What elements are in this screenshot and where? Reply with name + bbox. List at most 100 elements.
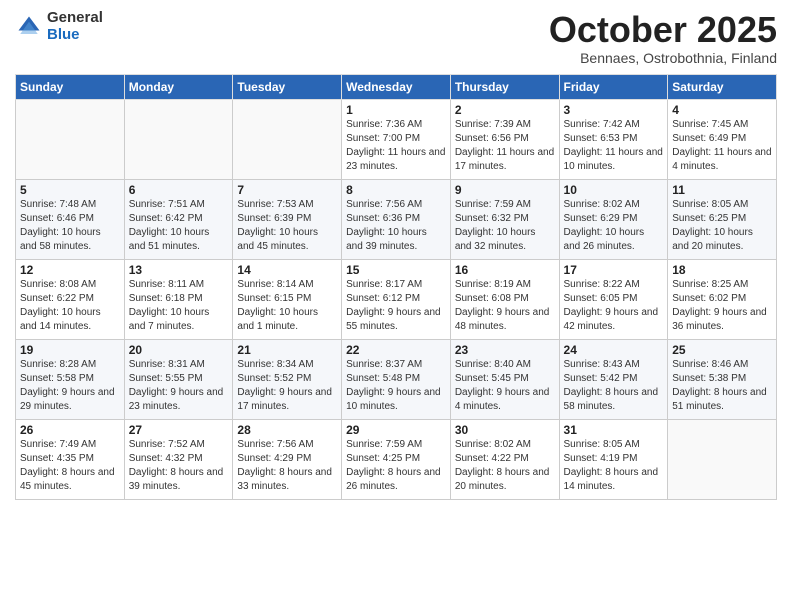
week-row-5: 26 Sunrise: 7:49 AMSunset: 4:35 PMDayligh… [16, 419, 777, 499]
calendar-table: Sunday Monday Tuesday Wednesday Thursday… [15, 74, 777, 500]
calendar-cell: 5 Sunrise: 7:48 AMSunset: 6:46 PMDaylight… [16, 179, 125, 259]
day-info: Sunrise: 8:34 AMSunset: 5:52 PMDaylight:… [237, 359, 332, 412]
th-tuesday: Tuesday [233, 74, 342, 99]
day-info: Sunrise: 8:11 AMSunset: 6:18 PMDaylight:… [129, 279, 210, 332]
day-number: 28 [237, 423, 337, 437]
th-monday: Monday [124, 74, 233, 99]
calendar-cell: 18 Sunrise: 8:25 AMSunset: 6:02 PMDayligh… [668, 259, 777, 339]
day-number: 5 [20, 183, 120, 197]
calendar-cell: 25Sunrise: 8:46 AMSunset: 5:38 PMDayligh… [668, 339, 777, 419]
calendar-cell: 15Sunrise: 8:17 AMSunset: 6:12 PMDayligh… [342, 259, 451, 339]
th-sunday: Sunday [16, 74, 125, 99]
day-info: Sunrise: 7:51 AMSunset: 6:42 PMDaylight:… [129, 199, 210, 252]
calendar-cell: 7 Sunrise: 7:53 AMSunset: 6:39 PMDaylight… [233, 179, 342, 259]
header-row: Sunday Monday Tuesday Wednesday Thursday… [16, 74, 777, 99]
calendar-cell: 3 Sunrise: 7:42 AMSunset: 6:53 PMDaylight… [559, 99, 668, 179]
calendar-cell: 27Sunrise: 7:52 AMSunset: 4:32 PMDayligh… [124, 419, 233, 499]
day-info: Sunrise: 7:36 AMSunset: 7:00 PMDaylight:… [346, 119, 445, 172]
day-info: Sunrise: 7:52 AMSunset: 4:32 PMDaylight:… [129, 439, 224, 492]
th-saturday: Saturday [668, 74, 777, 99]
week-row-2: 5 Sunrise: 7:48 AMSunset: 6:46 PMDaylight… [16, 179, 777, 259]
day-info: Sunrise: 7:53 AMSunset: 6:39 PMDaylight:… [237, 199, 318, 252]
calendar-cell: 30 Sunrise: 8:02 AMSunset: 4:22 PMDayligh… [450, 419, 559, 499]
th-thursday: Thursday [450, 74, 559, 99]
calendar-cell: 14 Sunrise: 8:14 AMSunset: 6:15 PMDayligh… [233, 259, 342, 339]
day-info: Sunrise: 7:56 AMSunset: 4:29 PMDaylight:… [237, 439, 332, 492]
day-number: 14 [237, 263, 337, 277]
calendar-cell: 12Sunrise: 8:08 AMSunset: 6:22 PMDayligh… [16, 259, 125, 339]
day-info: Sunrise: 8:37 AMSunset: 5:48 PMDaylight:… [346, 359, 441, 412]
day-info: Sunrise: 8:14 AMSunset: 6:15 PMDaylight:… [237, 279, 318, 332]
logo-blue: Blue [47, 27, 103, 44]
day-number: 24 [564, 343, 664, 357]
calendar-cell: 2Sunrise: 7:39 AMSunset: 6:56 PMDaylight… [450, 99, 559, 179]
day-number: 30 [455, 423, 555, 437]
header: General Blue October 2025 Bennaes, Ostro… [15, 10, 777, 66]
calendar-cell [124, 99, 233, 179]
calendar-cell: 24 Sunrise: 8:43 AMSunset: 5:42 PMDayligh… [559, 339, 668, 419]
day-number: 7 [237, 183, 337, 197]
calendar-cell: 29 Sunrise: 7:59 AMSunset: 4:25 PMDayligh… [342, 419, 451, 499]
calendar-cell: 23 Sunrise: 8:40 AMSunset: 5:45 PMDayligh… [450, 339, 559, 419]
calendar-cell [668, 419, 777, 499]
week-row-4: 19Sunrise: 8:28 AMSunset: 5:58 PMDayligh… [16, 339, 777, 419]
day-info: Sunrise: 8:05 AMSunset: 6:25 PMDaylight:… [672, 199, 753, 252]
logo-general: General [47, 10, 103, 27]
calendar-cell: 8Sunrise: 7:56 AMSunset: 6:36 PMDaylight… [342, 179, 451, 259]
day-info: Sunrise: 8:02 AMSunset: 6:29 PMDaylight:… [564, 199, 645, 252]
day-number: 16 [455, 263, 555, 277]
calendar-cell: 19Sunrise: 8:28 AMSunset: 5:58 PMDayligh… [16, 339, 125, 419]
day-info: Sunrise: 7:45 AMSunset: 6:49 PMDaylight:… [672, 119, 771, 172]
calendar-cell: 10 Sunrise: 8:02 AMSunset: 6:29 PMDayligh… [559, 179, 668, 259]
day-number: 10 [564, 183, 664, 197]
day-number: 11 [672, 183, 772, 197]
day-number: 8 [346, 183, 446, 197]
calendar-cell: 11 Sunrise: 8:05 AMSunset: 6:25 PMDayligh… [668, 179, 777, 259]
day-info: Sunrise: 8:43 AMSunset: 5:42 PMDaylight:… [564, 359, 659, 412]
day-info: Sunrise: 8:22 AMSunset: 6:05 PMDaylight:… [564, 279, 659, 332]
day-info: Sunrise: 8:40 AMSunset: 5:45 PMDaylight:… [455, 359, 550, 412]
calendar-cell: 28 Sunrise: 7:56 AMSunset: 4:29 PMDayligh… [233, 419, 342, 499]
day-info: Sunrise: 7:59 AMSunset: 6:32 PMDaylight:… [455, 199, 536, 252]
calendar-cell: 20Sunrise: 8:31 AMSunset: 5:55 PMDayligh… [124, 339, 233, 419]
day-number: 9 [455, 183, 555, 197]
day-number: 23 [455, 343, 555, 357]
week-row-3: 12Sunrise: 8:08 AMSunset: 6:22 PMDayligh… [16, 259, 777, 339]
day-info: Sunrise: 8:25 AMSunset: 6:02 PMDaylight:… [672, 279, 767, 332]
day-info: Sunrise: 7:42 AMSunset: 6:53 PMDaylight:… [564, 119, 663, 172]
day-info: Sunrise: 8:05 AMSunset: 4:19 PMDaylight:… [564, 439, 659, 492]
day-number: 2 [455, 103, 555, 117]
day-info: Sunrise: 7:48 AMSunset: 6:46 PMDaylight:… [20, 199, 101, 252]
day-number: 29 [346, 423, 446, 437]
title-block: October 2025 Bennaes, Ostrobothnia, Finl… [549, 10, 777, 66]
day-number: 6 [129, 183, 229, 197]
calendar-cell: 9 Sunrise: 7:59 AMSunset: 6:32 PMDaylight… [450, 179, 559, 259]
day-number: 26 [20, 423, 120, 437]
day-number: 3 [564, 103, 664, 117]
day-number: 13 [129, 263, 229, 277]
day-info: Sunrise: 8:46 AMSunset: 5:38 PMDaylight:… [672, 359, 767, 412]
day-number: 18 [672, 263, 772, 277]
day-info: Sunrise: 8:19 AMSunset: 6:08 PMDaylight:… [455, 279, 550, 332]
day-info: Sunrise: 8:31 AMSunset: 5:55 PMDaylight:… [129, 359, 224, 412]
calendar-cell: 17Sunrise: 8:22 AMSunset: 6:05 PMDayligh… [559, 259, 668, 339]
th-wednesday: Wednesday [342, 74, 451, 99]
calendar-cell [16, 99, 125, 179]
day-info: Sunrise: 8:02 AMSunset: 4:22 PMDaylight:… [455, 439, 550, 492]
day-info: Sunrise: 8:08 AMSunset: 6:22 PMDaylight:… [20, 279, 101, 332]
calendar-cell: 22Sunrise: 8:37 AMSunset: 5:48 PMDayligh… [342, 339, 451, 419]
location-subtitle: Bennaes, Ostrobothnia, Finland [549, 50, 777, 66]
day-info: Sunrise: 7:49 AMSunset: 4:35 PMDaylight:… [20, 439, 115, 492]
calendar-cell: 6 Sunrise: 7:51 AMSunset: 6:42 PMDaylight… [124, 179, 233, 259]
logo-text: General Blue [47, 10, 103, 43]
th-friday: Friday [559, 74, 668, 99]
logo-icon [15, 13, 43, 41]
calendar-cell: 26 Sunrise: 7:49 AMSunset: 4:35 PMDayligh… [16, 419, 125, 499]
calendar-cell [233, 99, 342, 179]
day-number: 31 [564, 423, 664, 437]
day-info: Sunrise: 7:59 AMSunset: 4:25 PMDaylight:… [346, 439, 441, 492]
calendar-cell: 31 Sunrise: 8:05 AMSunset: 4:19 PMDayligh… [559, 419, 668, 499]
day-info: Sunrise: 8:28 AMSunset: 5:58 PMDaylight:… [20, 359, 115, 412]
calendar-cell: 4Sunrise: 7:45 AMSunset: 6:49 PMDaylight… [668, 99, 777, 179]
day-number: 21 [237, 343, 337, 357]
